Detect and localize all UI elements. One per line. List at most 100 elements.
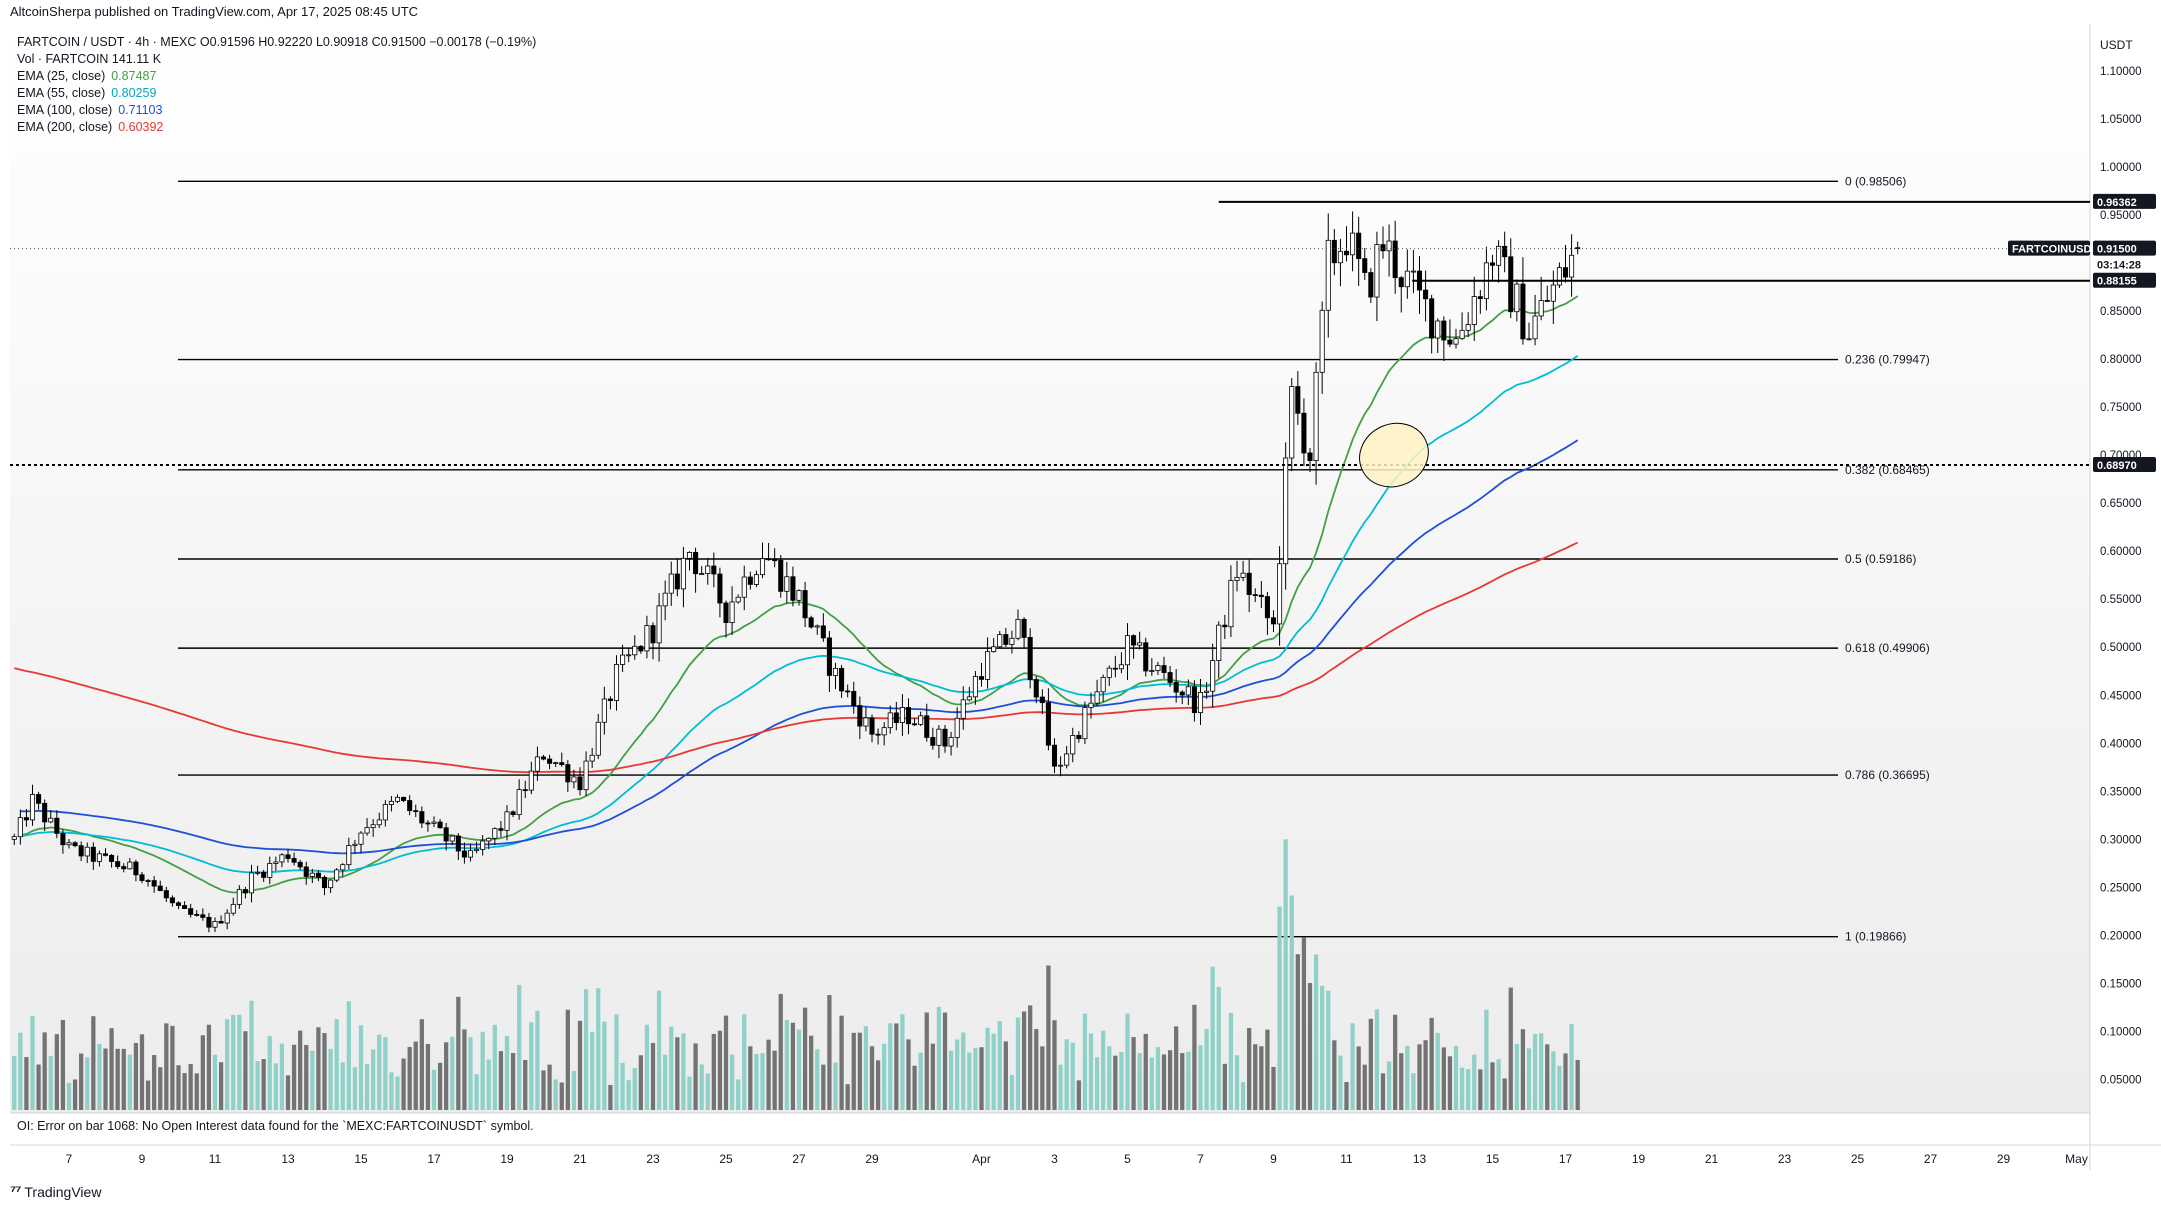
volume-bar: [1082, 1013, 1088, 1110]
volume-bar: [760, 1053, 765, 1110]
volume-bar: [42, 1032, 47, 1110]
volume-bar: [614, 1014, 619, 1110]
price-tick-label: 0.20000: [2100, 930, 2142, 942]
volume-bar: [596, 988, 601, 1110]
volume-bar: [1210, 966, 1215, 1110]
volume-bar: [656, 990, 662, 1110]
volume-bar: [298, 1030, 303, 1110]
volume-bar: [711, 1033, 716, 1110]
volume-bar: [139, 1034, 145, 1110]
volume-bar: [571, 1070, 577, 1110]
candle[interactable]: [1082, 701, 1088, 745]
volume-bar: [790, 1022, 796, 1110]
price-tick-label: 0.50000: [2100, 642, 2142, 654]
candle[interactable]: [778, 554, 784, 598]
volume-bar: [1539, 1033, 1544, 1110]
volume-bar: [1161, 1054, 1167, 1110]
volume-bar: [1240, 1082, 1246, 1110]
volume-bar: [1180, 1053, 1185, 1110]
price-tick-label: 0.80000: [2100, 354, 2142, 366]
volume-bar: [681, 1033, 686, 1110]
volume-bar: [1283, 839, 1288, 1110]
volume-bar: [1368, 1018, 1373, 1110]
volume-bar: [158, 1067, 163, 1110]
volume-bar: [66, 1082, 72, 1110]
volume-bar: [620, 1062, 625, 1110]
volume-bar: [486, 1059, 491, 1110]
volume-bar: [12, 1056, 17, 1110]
volume-bar: [583, 989, 589, 1110]
volume-bar: [304, 1044, 309, 1110]
volume-bar: [1265, 1029, 1270, 1110]
volume-bar: [1015, 1017, 1021, 1110]
time-tick-label: 7: [1197, 1152, 1204, 1166]
volume-bar: [1021, 1011, 1027, 1110]
candle[interactable]: [1027, 628, 1033, 689]
volume-bar: [821, 1064, 826, 1110]
time-tick-label: 13: [281, 1152, 295, 1166]
volume-bar: [936, 1006, 942, 1110]
volume-bar: [523, 1060, 528, 1110]
time-tick-label: 9: [139, 1152, 146, 1166]
volume-bar: [1228, 1012, 1234, 1110]
volume-bar: [638, 1055, 643, 1110]
currency-unit[interactable]: USDT: [2100, 38, 2133, 52]
volume-bar: [979, 1047, 984, 1110]
volume-bar: [1040, 1046, 1045, 1110]
open-interest-error: OI: Error on bar 1068: No Open Interest …: [17, 1119, 534, 1133]
price-tag-text: 0.96362: [2097, 197, 2137, 209]
tradingview-brand[interactable]: ⁷⁷ TradingView: [10, 1183, 101, 1200]
volume-bar: [784, 1019, 789, 1110]
volume-bar: [1034, 1029, 1039, 1110]
volume-bar: [723, 1015, 729, 1110]
time-tick-label: 29: [865, 1152, 879, 1166]
volume-bar: [24, 1057, 29, 1110]
volume-bar: [663, 1054, 668, 1110]
time-tick-label: 21: [1705, 1152, 1719, 1166]
volume-bar: [243, 1031, 248, 1110]
time-tick-label: 25: [1851, 1152, 1865, 1166]
volume-bar: [401, 1058, 406, 1110]
volume-bar: [869, 1046, 875, 1110]
volume-bar: [1137, 1053, 1142, 1110]
candle[interactable]: [334, 868, 340, 883]
fib-level-label: 0.382 (0.68465): [1845, 463, 1930, 477]
volume-bar: [1088, 1033, 1094, 1110]
fib-level-label: 0.236 (0.79947): [1845, 353, 1930, 367]
fib-level-label: 0 (0.98506): [1845, 174, 1906, 188]
ema-55-legend: EMA (55, close) 0.80259: [17, 85, 536, 102]
volume-bar: [480, 1031, 485, 1110]
time-tick-label: 19: [1632, 1152, 1646, 1166]
price-chart[interactable]: 0 (0.98506) 0.236 (0.79947) 0.382 (0.68465…: [0, 0, 2161, 1209]
volume-bar: [644, 1024, 650, 1110]
time-tick-label: 27: [792, 1152, 806, 1166]
volume-bar: [18, 1032, 23, 1110]
volume-bar: [778, 993, 783, 1110]
volume-bar: [553, 1079, 558, 1110]
volume-bar: [565, 1009, 570, 1110]
price-tick-label: 0.25000: [2100, 882, 2142, 894]
volume-bar: [577, 1020, 583, 1110]
volume-bar: [930, 1043, 935, 1110]
volume-bar: [1514, 1044, 1519, 1110]
time-tick-label: 29: [1997, 1152, 2011, 1166]
volume-bar: [468, 1037, 473, 1110]
price-tag-text: FARTCOINUSDT: [2012, 244, 2098, 256]
volume-bar: [918, 1052, 923, 1110]
volume-bar: [1113, 1055, 1118, 1110]
candle[interactable]: [1143, 637, 1149, 677]
volume-bar: [894, 1023, 899, 1110]
volume-bar: [888, 1023, 893, 1110]
volume-bar: [675, 1037, 680, 1110]
time-tick-label: 19: [500, 1152, 514, 1166]
volume-bar: [961, 1032, 966, 1110]
volume-bar: [1459, 1067, 1465, 1110]
volume-bar: [474, 1074, 479, 1110]
volume-bar: [1526, 1048, 1532, 1110]
candle[interactable]: [808, 615, 814, 629]
ema-25-value: 0.87487: [111, 69, 157, 83]
volume-bar: [1247, 1027, 1252, 1110]
candle[interactable]: [1289, 378, 1295, 472]
volume-bar: [608, 1084, 613, 1110]
volume-bar: [1143, 1033, 1148, 1110]
